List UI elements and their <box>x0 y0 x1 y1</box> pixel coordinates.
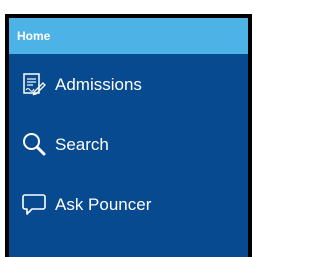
sidebar-item-label: Search <box>55 134 109 154</box>
sidebar-panel: Home Admissions Search Ask Pouncer <box>5 14 252 257</box>
sidebar-item-search[interactable]: Search <box>9 114 248 174</box>
sidebar-item-ask-pouncer[interactable]: Ask Pouncer <box>9 174 248 234</box>
sidebar-header[interactable]: Home <box>9 18 248 54</box>
chat-bubble-icon <box>21 191 47 217</box>
sidebar-item-label: Admissions <box>55 74 142 94</box>
admissions-form-icon <box>21 71 47 97</box>
sidebar-menu: Admissions Search Ask Pouncer <box>9 54 248 234</box>
sidebar-item-label: Ask Pouncer <box>55 194 152 214</box>
sidebar-item-admissions[interactable]: Admissions <box>9 54 248 114</box>
search-icon <box>21 131 47 157</box>
sidebar-header-title: Home <box>17 29 51 43</box>
